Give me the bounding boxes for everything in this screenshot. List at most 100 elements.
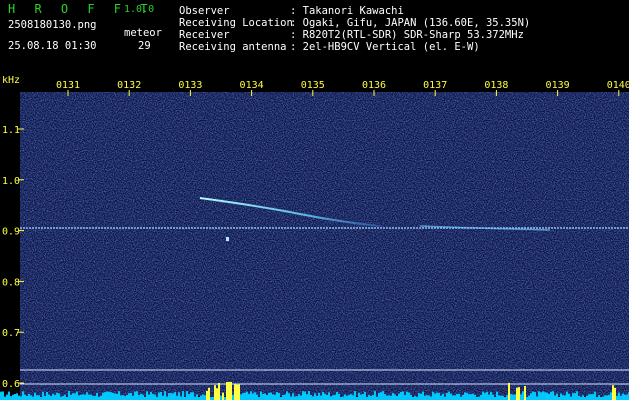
strip-bar xyxy=(242,393,244,400)
strip-bar xyxy=(84,394,86,400)
strip-bar xyxy=(420,393,422,400)
strip-bar xyxy=(192,392,194,400)
strip-bar xyxy=(106,391,108,400)
strip-bar xyxy=(604,395,606,400)
strip-bar xyxy=(296,396,298,400)
strip-bar xyxy=(36,395,38,400)
meteor-label: meteor xyxy=(124,27,162,39)
strip-bar xyxy=(538,391,540,400)
strip-bar xyxy=(478,396,480,400)
strip-bar xyxy=(292,393,294,400)
strip-bar xyxy=(324,393,326,400)
strip-bar xyxy=(34,392,36,400)
strip-bar xyxy=(452,395,454,400)
strip-bar xyxy=(254,392,256,400)
strip-bar xyxy=(148,394,150,400)
strip-bar xyxy=(90,394,92,400)
strip-bar xyxy=(96,392,98,400)
strip-bar xyxy=(304,391,306,400)
strip-bar xyxy=(190,392,192,400)
strip-bar xyxy=(284,394,286,400)
strip-bar xyxy=(502,395,504,400)
app-version: 1.0.0 xyxy=(124,4,155,15)
strip-bar xyxy=(32,396,34,400)
strip-bar xyxy=(22,391,24,400)
strip-bar xyxy=(462,394,464,400)
strip-bar xyxy=(404,395,406,400)
strip-bar xyxy=(408,392,410,400)
strip-bar xyxy=(46,391,48,400)
strip-bar xyxy=(264,393,266,400)
strip-bar xyxy=(618,392,620,400)
time-tick-label: 0140 xyxy=(607,80,629,91)
strip-bar xyxy=(482,391,484,400)
strip-bar xyxy=(440,395,442,400)
strip-bar xyxy=(434,393,436,400)
strip-bar xyxy=(528,395,530,400)
strip-bar xyxy=(126,394,128,400)
strip-bar xyxy=(456,393,458,400)
strip-bar xyxy=(578,395,580,400)
strip-bar xyxy=(56,392,58,400)
strip-bar xyxy=(496,391,498,400)
file-name: 2508180130.png xyxy=(8,19,97,31)
strip-bar xyxy=(422,391,424,400)
strip-bar xyxy=(250,391,252,400)
strip-bar xyxy=(416,396,418,400)
strip-bar xyxy=(300,395,302,400)
strip-bar xyxy=(50,395,52,400)
strip-bar xyxy=(378,392,380,400)
strip-bar xyxy=(376,396,378,400)
strip-bar xyxy=(514,394,516,400)
strip-bar xyxy=(178,392,180,400)
strip-bar xyxy=(368,394,370,400)
time-tick-label: 0131 xyxy=(56,80,80,91)
strip-bar xyxy=(232,394,234,400)
strip-bar xyxy=(350,394,352,400)
strip-bar xyxy=(624,394,626,400)
strip-bar xyxy=(236,384,238,400)
strip-bar xyxy=(468,394,470,400)
strip-bar xyxy=(466,392,468,400)
strip-bar xyxy=(464,392,466,400)
strip-bar xyxy=(488,394,490,400)
strip-bar xyxy=(200,395,202,400)
strip-bar xyxy=(306,394,308,400)
strip-bar xyxy=(92,395,94,400)
strip-bar xyxy=(180,396,182,400)
strip-bar xyxy=(240,394,242,400)
strip-bar xyxy=(8,391,10,400)
strip-bar xyxy=(570,396,572,400)
strip-bar xyxy=(522,391,524,400)
strip-bar xyxy=(120,395,122,400)
strip-bar xyxy=(160,391,162,400)
strip-bar xyxy=(560,393,562,400)
strip-bar xyxy=(318,392,320,400)
strip-bar xyxy=(80,394,82,400)
strip-bar xyxy=(402,391,404,400)
strip-bar xyxy=(360,394,362,400)
strip-bar xyxy=(344,394,346,400)
strip-bar xyxy=(438,393,440,400)
strip-bar xyxy=(152,393,154,400)
strip-bar xyxy=(202,394,204,400)
freq-tick-label: 1.1 xyxy=(2,125,20,136)
strip-bar xyxy=(52,393,54,400)
strip-bar xyxy=(298,394,300,400)
strip-bar xyxy=(108,391,110,400)
strip-bar xyxy=(480,395,482,400)
strip-bar xyxy=(622,393,624,400)
time-tick-label: 0136 xyxy=(362,80,386,91)
meteor-spot xyxy=(226,237,229,241)
strip-bar xyxy=(104,392,106,400)
strip-bar xyxy=(454,395,456,400)
strip-bar xyxy=(14,393,16,400)
strip-bar xyxy=(312,396,314,400)
strip-bar xyxy=(24,394,26,400)
strip-bar xyxy=(288,393,290,400)
strip-bar xyxy=(170,393,172,400)
strip-bar xyxy=(140,393,142,400)
strip-bar xyxy=(550,391,552,400)
strip-bar xyxy=(406,391,408,400)
strip-bar xyxy=(164,391,166,400)
